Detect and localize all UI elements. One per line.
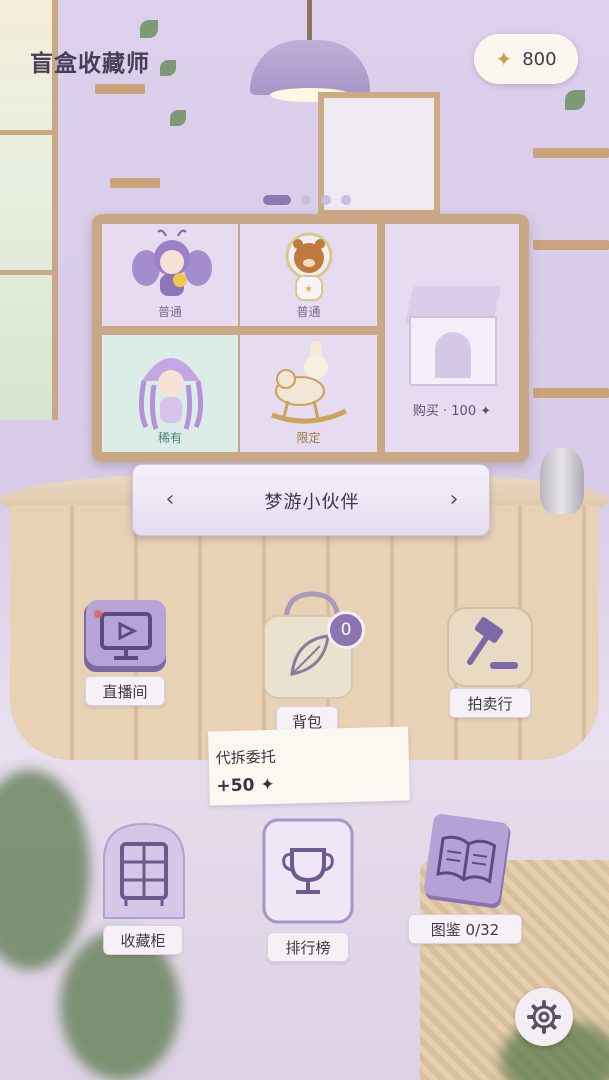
auction-label: 拍卖行 — [449, 688, 531, 718]
series-name: 梦游小伙伴 — [264, 492, 360, 513]
next-series-button[interactable]: › — [439, 487, 469, 512]
rarity-label: 限定 — [296, 431, 321, 445]
plant-leaf — [170, 110, 186, 126]
live-room-label: 直播间 — [85, 676, 165, 706]
wall-shelf — [110, 178, 160, 188]
sparkle-star-icon: ✦ — [495, 47, 513, 71]
book-icon — [424, 814, 511, 908]
rarity-label: 普通 — [157, 305, 182, 319]
bag-count-badge: 0 — [327, 611, 365, 649]
carousel-dot[interactable] — [341, 195, 351, 205]
jellyfish-girl-figure — [138, 358, 204, 430]
ranking-label: 排行榜 — [267, 932, 349, 962]
plant-leaf — [140, 20, 158, 38]
moth-girl-figure — [132, 229, 212, 296]
commission-reward: +50 ✦ — [216, 774, 275, 797]
wall-shelf — [533, 240, 609, 250]
carousel-indicator — [263, 195, 351, 205]
rarity-label: 稀有 — [157, 431, 182, 445]
currency-counter[interactable]: ✦ 800 — [474, 34, 578, 84]
gavel-icon — [447, 607, 533, 687]
app-title: 盲盒收藏师 — [30, 51, 150, 77]
plant-leaf — [565, 90, 585, 110]
svg-text:★: ★ — [304, 284, 313, 295]
bunny-rocking-horse-figure — [271, 341, 348, 424]
carousel-dot[interactable] — [321, 195, 331, 205]
settings-button[interactable] — [515, 988, 573, 1046]
carousel-dot[interactable] — [301, 195, 311, 205]
series-selector: ‹ 梦游小伙伴 › — [132, 464, 490, 536]
guide-label: 图鉴 0/32 — [408, 914, 522, 944]
lamp-cord — [307, 0, 312, 42]
tv-play-icon — [84, 600, 166, 672]
vase — [540, 448, 584, 514]
figure-slot-astronaut-bear[interactable]: ★ 普通 — [240, 224, 377, 326]
blind-box-arch — [435, 332, 471, 378]
buy-price-label: 购买 · 100 ✦ — [412, 404, 492, 419]
figure-slot-bunny-rocking-horse[interactable]: 限定 — [240, 335, 377, 452]
astronaut-bear-figure: ★ — [285, 232, 333, 301]
commission-title: 代拆委托 — [215, 747, 277, 768]
cabinet-label: 收藏柜 — [103, 925, 183, 955]
rarity-label: 普通 — [296, 305, 321, 319]
blind-box-showcase: 普通 ★ 普通 稀有 限定 购买 · 100 ✦ — [92, 214, 529, 462]
window-frame — [0, 270, 52, 275]
pendant-lamp — [250, 40, 370, 95]
carousel-dot-active[interactable] — [263, 195, 291, 205]
wall-shelf — [533, 388, 609, 398]
window-frame — [0, 130, 52, 135]
commission-note[interactable]: 代拆委托 +50 ✦ — [208, 726, 410, 806]
buy-blind-box-button[interactable]: 购买 · 100 ✦ — [385, 224, 519, 452]
figure-slot-jellyfish-girl[interactable]: 稀有 — [102, 335, 238, 452]
currency-amount: 800 — [522, 48, 557, 70]
cabinet-icon — [103, 822, 185, 919]
wall-shelf — [533, 148, 609, 158]
wall-shelf — [95, 84, 145, 94]
gear-icon — [527, 1000, 561, 1034]
plant-leaf — [160, 60, 176, 76]
figure-slot-moth-girl[interactable]: 普通 — [102, 224, 238, 326]
trophy-icon — [262, 818, 354, 924]
